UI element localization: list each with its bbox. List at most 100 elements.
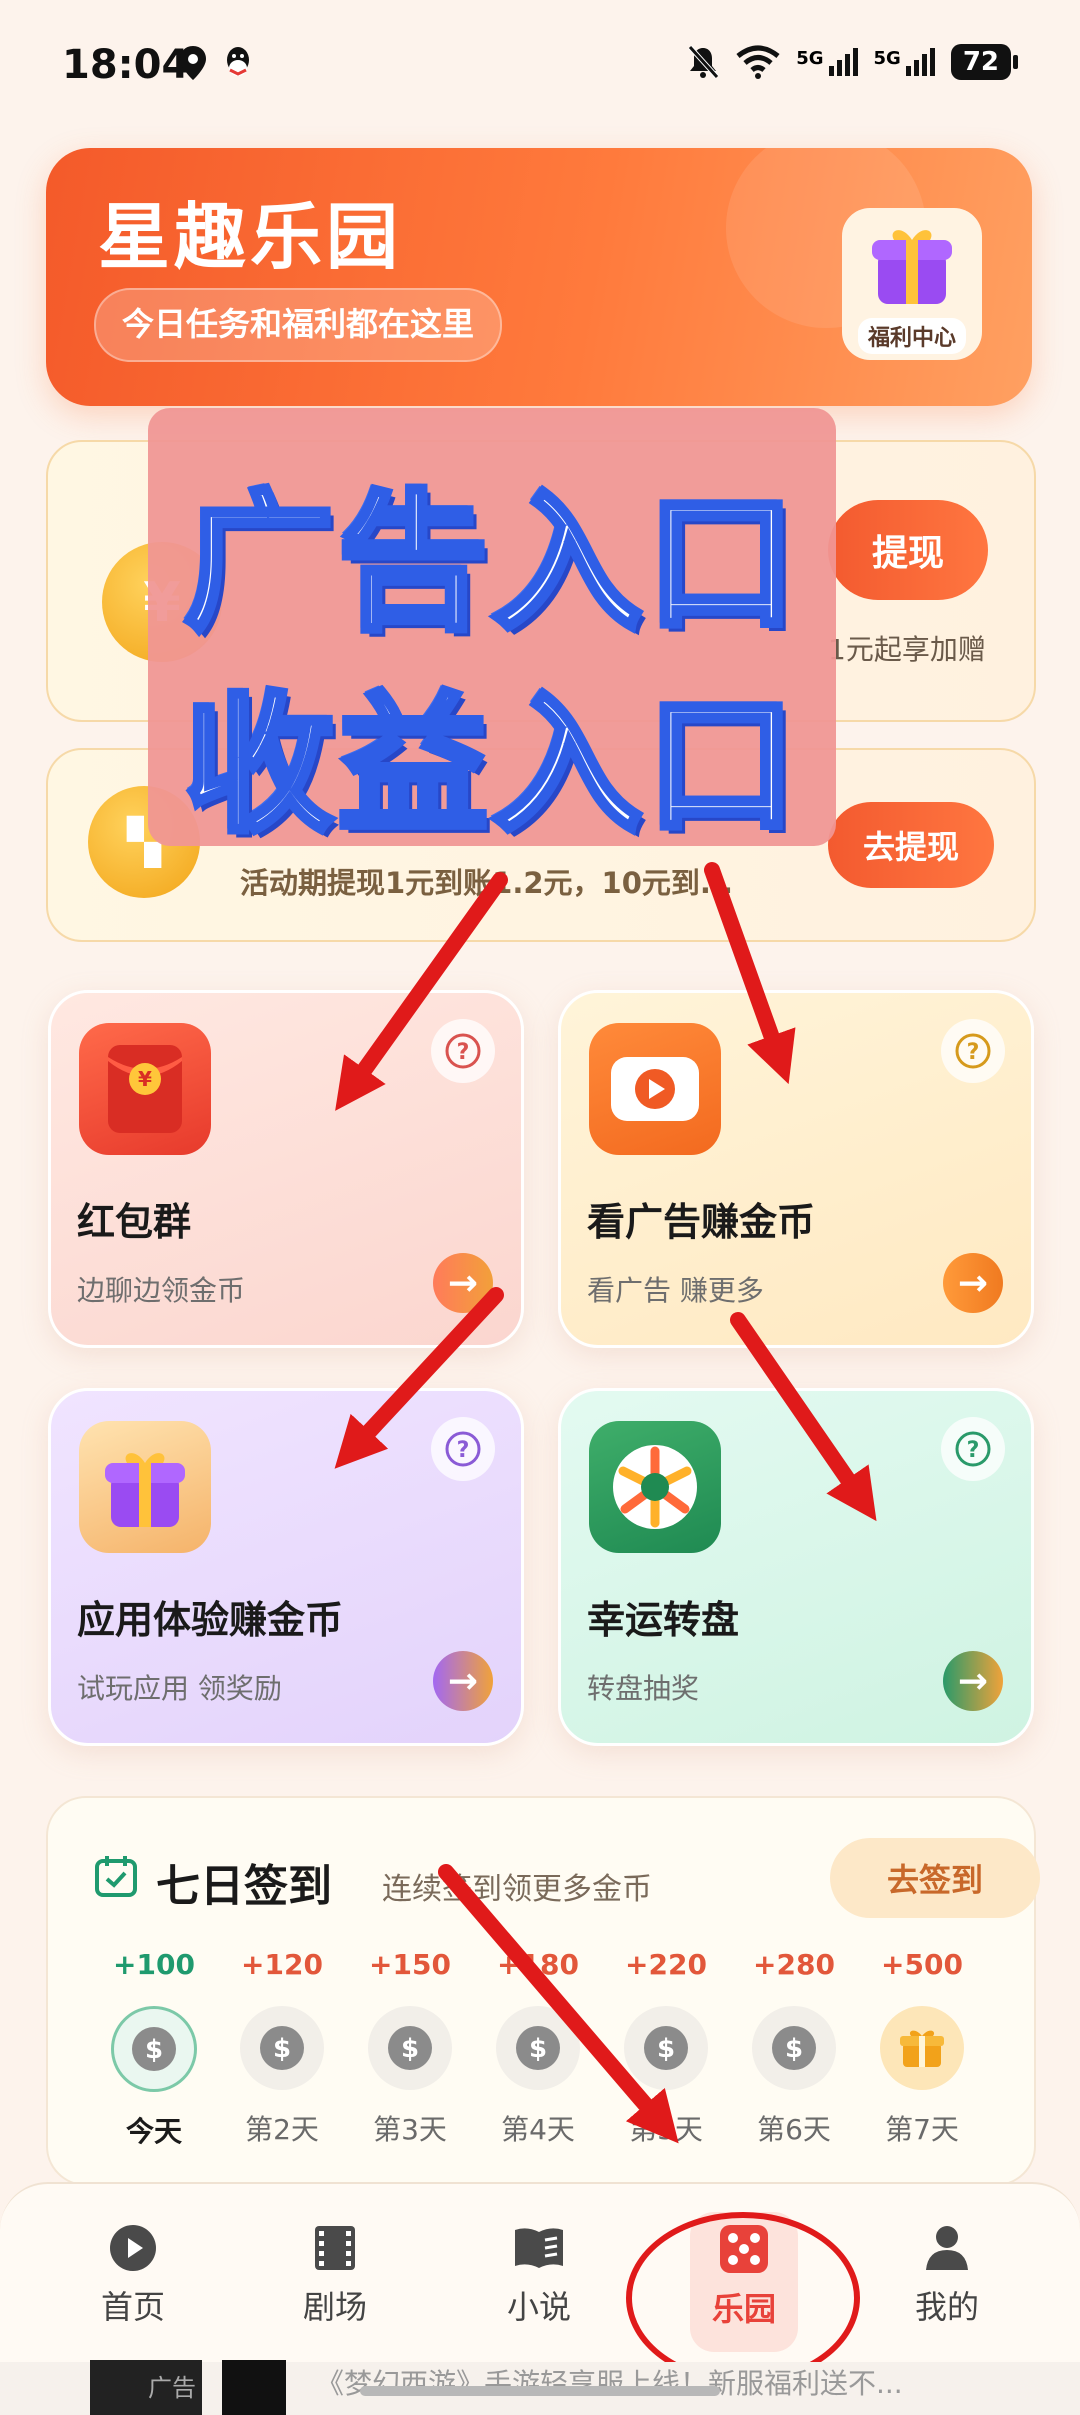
feature-card-watch-ads[interactable]: ? 看广告赚金币 看广告 赚更多 →	[558, 990, 1034, 1348]
checkin-day-1[interactable]: +100 $ 今天	[104, 1948, 204, 2150]
arrow-right-icon[interactable]: →	[943, 1253, 1003, 1313]
gift-icon	[880, 2006, 964, 2090]
welfare-center-button[interactable]: 福利中心	[842, 208, 982, 360]
mute-bell-icon	[688, 45, 720, 79]
network-label: 5G	[796, 48, 824, 69]
video-play-icon	[589, 1023, 721, 1155]
svg-text:$: $	[145, 2035, 163, 2065]
checkin-day-3[interactable]: +150 $ 第3天	[360, 1948, 460, 2148]
feature-card-red-envelope-group[interactable]: ¥ ? 红包群 边聊边领金币 →	[48, 990, 524, 1348]
film-icon	[315, 2226, 355, 2270]
svg-text:?: ?	[967, 1438, 980, 1463]
help-icon[interactable]: ?	[941, 1019, 1005, 1083]
feature-title: 应用体验赚金币	[77, 1598, 344, 1642]
svg-text:?: ?	[457, 1438, 470, 1463]
signal-5g-2: 5G	[874, 48, 935, 76]
checkin-day-7[interactable]: +500 第7天	[872, 1948, 972, 2148]
help-icon[interactable]: ?	[941, 1417, 1005, 1481]
ad-thumbnail: 广告	[90, 2360, 202, 2415]
nav-item-home[interactable]: 首页	[68, 2222, 198, 2328]
svg-text:¥: ¥	[138, 1067, 152, 1091]
user-icon	[926, 2226, 968, 2270]
svg-text:?: ?	[457, 1040, 470, 1065]
svg-text:$: $	[401, 2034, 419, 2064]
seven-day-checkin-card: 七日签到 连续签到领更多金币 去签到 +100 $ 今天 +120 $ 第2天 …	[46, 1796, 1040, 2186]
annotation-overlay: 广告入口 收益入口	[148, 408, 836, 856]
arrow-right-icon[interactable]: →	[433, 1253, 493, 1313]
checkin-day-2[interactable]: +120 $ 第2天	[232, 1948, 332, 2148]
feature-subtitle: 转盘抽奖	[587, 1672, 700, 1705]
annotation-text-ad-entry: 广告入口	[181, 474, 800, 654]
day-label: 第3天	[373, 2113, 447, 2146]
checkin-day-5[interactable]: +220 $ 第5天	[616, 1948, 716, 2148]
day-label: 第5天	[629, 2113, 703, 2146]
feature-title: 幸运转盘	[587, 1598, 740, 1642]
coin-icon: $	[111, 2006, 197, 2092]
ad-badge: 广告	[148, 2374, 196, 2402]
battery-icon: 72	[950, 44, 1018, 80]
battery-level: 72	[950, 44, 1011, 80]
feature-title: 看广告赚金币	[587, 1200, 816, 1244]
coin-icon: $	[240, 2006, 324, 2090]
signal-5g-1: 5G	[796, 48, 858, 76]
svg-text:$: $	[657, 2034, 675, 2064]
gift-box-icon	[79, 1421, 211, 1553]
day-label: 今天	[125, 2115, 182, 2148]
checkin-button[interactable]: 去签到	[830, 1838, 1040, 1918]
withdraw-promo-text: 活动期提现1元到账1.2元，10元到...	[240, 866, 733, 900]
wifi-icon	[736, 45, 780, 79]
location-icon	[180, 46, 206, 80]
status-bar: 18:04 5G 5G 72	[0, 0, 1080, 135]
coin-icon: $	[624, 2006, 708, 2090]
annotation-text-income-entry: 收益入口	[181, 676, 800, 856]
network-label: 5G	[873, 48, 901, 69]
help-icon[interactable]: ?	[431, 1417, 495, 1481]
nav-item-novel[interactable]: 小说	[474, 2222, 604, 2328]
nav-label: 我的	[914, 2288, 979, 2326]
feature-card-lucky-wheel[interactable]: ? 幸运转盘 转盘抽奖 →	[558, 1388, 1034, 1746]
day-label: 第6天	[757, 2113, 831, 2146]
svg-text:?: ?	[967, 1040, 980, 1065]
checkin-day-4[interactable]: +180 $ 第4天	[488, 1948, 588, 2148]
status-icons-left	[178, 44, 254, 82]
nav-item-profile[interactable]: 我的	[882, 2222, 1012, 2328]
nav-item-theater[interactable]: 剧场	[270, 2222, 400, 2328]
nav-label: 剧场	[302, 2288, 367, 2326]
help-icon[interactable]: ?	[431, 1019, 495, 1083]
ad-thumbnail-2	[222, 2360, 286, 2415]
coin-icon: $	[368, 2006, 452, 2090]
book-icon	[515, 2228, 563, 2268]
nav-label: 小说	[506, 2288, 571, 2326]
withdraw-bonus-text: 1元起享加赠	[828, 633, 986, 666]
day-label: 第4天	[501, 2113, 575, 2146]
go-withdraw-button[interactable]: 去提现	[828, 802, 994, 888]
coin-icon: $	[752, 2006, 836, 2090]
gift-box-icon	[872, 230, 952, 304]
status-time: 18:04	[62, 42, 190, 88]
arrow-right-icon[interactable]: →	[943, 1651, 1003, 1711]
home-indicator[interactable]	[360, 2386, 720, 2396]
feature-title: 红包群	[77, 1200, 192, 1244]
play-circle-icon	[110, 2225, 156, 2271]
withdraw-button[interactable]: 提现	[828, 500, 988, 600]
red-envelope-icon: ¥	[79, 1023, 211, 1155]
page-title: 星趣乐园	[98, 195, 403, 279]
calendar-check-icon	[95, 1856, 137, 1897]
checkin-subtitle: 连续签到领更多金币	[382, 1872, 652, 1907]
svg-text:$: $	[529, 2034, 547, 2064]
ad-text: 《梦幻西游》手游轻享服上线！新服福利送不...	[316, 2367, 903, 2400]
lucky-wheel-icon	[589, 1421, 721, 1553]
arrow-right-icon[interactable]: →	[433, 1651, 493, 1711]
feature-subtitle: 边聊边领金币	[77, 1274, 246, 1307]
checkin-title: 七日签到	[156, 1861, 332, 1912]
status-icons-right: 5G 5G 72	[686, 44, 1018, 80]
bottom-nav: 首页 剧场 小说 乐园 我的	[0, 2182, 1080, 2364]
day-reward: +180	[497, 1948, 579, 1981]
day-reward: +220	[625, 1948, 707, 1981]
checkin-day-6[interactable]: +280 $ 第6天	[744, 1948, 844, 2148]
feature-subtitle: 看广告 赚更多	[587, 1274, 764, 1307]
svg-text:$: $	[273, 2034, 291, 2064]
feature-card-app-trial[interactable]: ? 应用体验赚金币 试玩应用 领奖励 →	[48, 1388, 524, 1746]
svg-text:$: $	[785, 2034, 803, 2064]
annotation-circle	[626, 2212, 860, 2384]
